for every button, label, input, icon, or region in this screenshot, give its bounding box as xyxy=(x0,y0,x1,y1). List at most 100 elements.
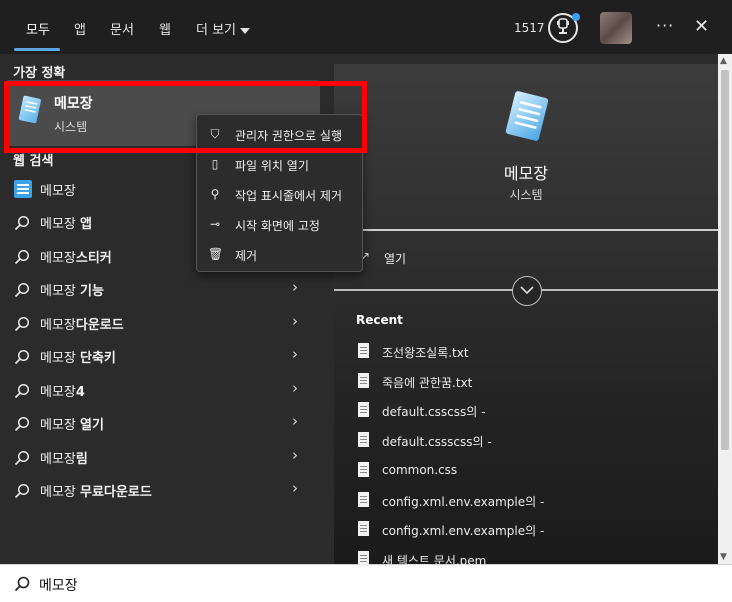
document-icon xyxy=(358,373,369,388)
tab-documents[interactable]: 문서 xyxy=(110,19,134,38)
divider xyxy=(334,229,718,231)
web-result-suffix: 기능 xyxy=(80,284,104,299)
recent-file-name: common.css xyxy=(382,463,458,477)
avatar[interactable] xyxy=(600,12,632,44)
top-bar: 모두 앱 문서 웹 더 보기 1517 ··· ✕ xyxy=(0,0,732,54)
web-result-item[interactable]: 메모장4 › xyxy=(0,375,322,405)
web-result-label: 메모장스티커 xyxy=(40,247,112,266)
chevron-right-icon[interactable]: › xyxy=(292,446,298,464)
chevron-right-icon[interactable]: › xyxy=(292,479,298,497)
recent-file-item[interactable]: 조선왕조실록.txt xyxy=(356,341,716,365)
search-icon xyxy=(14,349,30,365)
web-result-suffix: 스티커 xyxy=(75,251,112,266)
web-result-label: 메모장 앱 xyxy=(40,213,92,232)
web-result-suffix: 무료다운로드 xyxy=(80,485,152,500)
highlight-box xyxy=(4,81,367,153)
web-result-suffix: 열기 xyxy=(80,418,104,433)
web-result-item[interactable]: 메모장 xyxy=(0,174,322,204)
chevron-right-icon[interactable]: › xyxy=(292,312,298,330)
rewards-points: 1517 xyxy=(514,21,545,35)
search-icon xyxy=(14,483,30,499)
recent-file-name: 조선왕조실록.txt xyxy=(382,346,469,360)
web-result-item[interactable]: 메모장스티커 xyxy=(0,241,322,271)
start-search-window: 모두 앱 문서 웹 더 보기 1517 ··· ✕ 가장 정확 메모장 시스템 … xyxy=(0,0,732,602)
web-result-prefix: 메모장 xyxy=(40,284,81,299)
chevron-down-icon xyxy=(520,286,534,295)
search-icon xyxy=(14,450,30,466)
web-result-prefix: 메모장 xyxy=(40,251,76,266)
search-icon xyxy=(14,316,30,332)
search-icon xyxy=(14,249,30,265)
web-result-label: 메모장4 xyxy=(40,381,85,400)
web-result-suffix: 림 xyxy=(75,452,88,467)
search-icon xyxy=(14,215,30,231)
chevron-right-icon[interactable]: › xyxy=(292,379,298,397)
tab-web[interactable]: 웹 xyxy=(159,19,171,38)
document-icon xyxy=(358,462,369,477)
web-result-prefix: 메모장 xyxy=(40,385,76,400)
recent-file-item[interactable]: 죽음에 관한꿈.txt xyxy=(356,371,716,395)
web-result-item[interactable]: 메모장 무료다운로드 › xyxy=(0,475,322,505)
web-result-prefix: 메모장 xyxy=(40,418,81,433)
recent-file-item[interactable]: default.cssscss의 - xyxy=(356,430,716,454)
best-match-title: 가장 정확 xyxy=(13,66,66,81)
web-result-prefix: 메모장 xyxy=(40,351,81,366)
web-result-suffix: 다운로드 xyxy=(75,318,124,333)
preview-app-type: 시스템 xyxy=(509,188,543,202)
web-result-prefix: 메모장 xyxy=(40,485,81,500)
chevron-right-icon[interactable]: › xyxy=(292,278,298,296)
web-result-prefix: 메모장 xyxy=(40,318,76,333)
recent-file-name: config.xml.env.example의 - xyxy=(382,495,545,509)
document-icon xyxy=(358,432,369,447)
recent-title: Recent xyxy=(356,313,403,327)
web-result-item[interactable]: 메모장 열기 › xyxy=(0,408,322,438)
web-result-suffix: 단축키 xyxy=(80,351,116,366)
scroll-down-icon[interactable]: ▼ xyxy=(720,552,727,562)
notepad-icon xyxy=(14,180,32,198)
tab-more[interactable]: 더 보기 xyxy=(196,19,251,38)
search-icon xyxy=(14,383,30,399)
context-menu-label: 파일 위치 열기 xyxy=(235,159,309,173)
web-result-item[interactable]: 메모장 앱 xyxy=(0,207,322,237)
recent-file-name: default.csscss의 - xyxy=(382,405,486,419)
close-icon[interactable]: ✕ xyxy=(694,16,709,37)
scrollbar-thumb[interactable] xyxy=(721,70,729,450)
search-icon xyxy=(14,282,30,298)
document-icon xyxy=(358,402,369,417)
web-result-prefix: 메모장 xyxy=(40,452,76,467)
document-icon xyxy=(358,521,369,536)
chevron-down-icon xyxy=(240,27,251,34)
expand-button[interactable] xyxy=(512,276,542,306)
recent-file-item[interactable]: 새 텍스트 문서.pem xyxy=(356,549,716,573)
trophy-icon xyxy=(557,18,569,34)
document-icon xyxy=(358,343,369,358)
web-result-item[interactable]: 메모장림 › xyxy=(0,442,322,472)
scroll-up-icon[interactable]: ▲ xyxy=(720,56,727,66)
web-result-label: 메모장 xyxy=(40,180,76,199)
web-result-label: 메모장 열기 xyxy=(40,414,104,433)
search-icon xyxy=(14,576,30,592)
tab-all[interactable]: 모두 xyxy=(26,19,50,38)
web-result-label: 메모장다운로드 xyxy=(40,314,124,333)
web-result-item[interactable]: 메모장 단축키 › xyxy=(0,341,322,371)
document-icon xyxy=(358,492,369,507)
web-result-item[interactable]: 메모장 기능 › xyxy=(0,274,322,304)
chevron-right-icon[interactable]: › xyxy=(292,345,298,363)
chevron-right-icon[interactable]: › xyxy=(292,412,298,430)
recent-file-item[interactable]: config.xml.env.example의 - xyxy=(356,519,716,543)
more-options-icon[interactable]: ··· xyxy=(656,16,674,35)
recent-file-name: config.xml.env.example의 - xyxy=(382,524,545,538)
web-result-suffix: 앱 xyxy=(80,217,92,232)
open-action[interactable]: 열기 xyxy=(384,250,406,267)
recent-file-item[interactable]: config.xml.env.example의 - xyxy=(356,490,716,514)
active-tab-indicator xyxy=(14,48,60,51)
preview-app-name: 메모장 xyxy=(503,164,549,183)
tab-apps[interactable]: 앱 xyxy=(74,19,86,38)
recent-file-name: 새 텍스트 문서.pem xyxy=(382,554,487,568)
web-result-item[interactable]: 메모장다운로드 › xyxy=(0,308,322,338)
search-input[interactable]: 메모장 xyxy=(39,575,78,595)
recent-file-item[interactable]: default.csscss의 - xyxy=(356,400,716,424)
recent-file-item[interactable]: common.css xyxy=(356,460,716,484)
web-result-label: 메모장 무료다운로드 xyxy=(40,481,152,500)
web-result-label: 메모장 기능 xyxy=(40,280,104,299)
